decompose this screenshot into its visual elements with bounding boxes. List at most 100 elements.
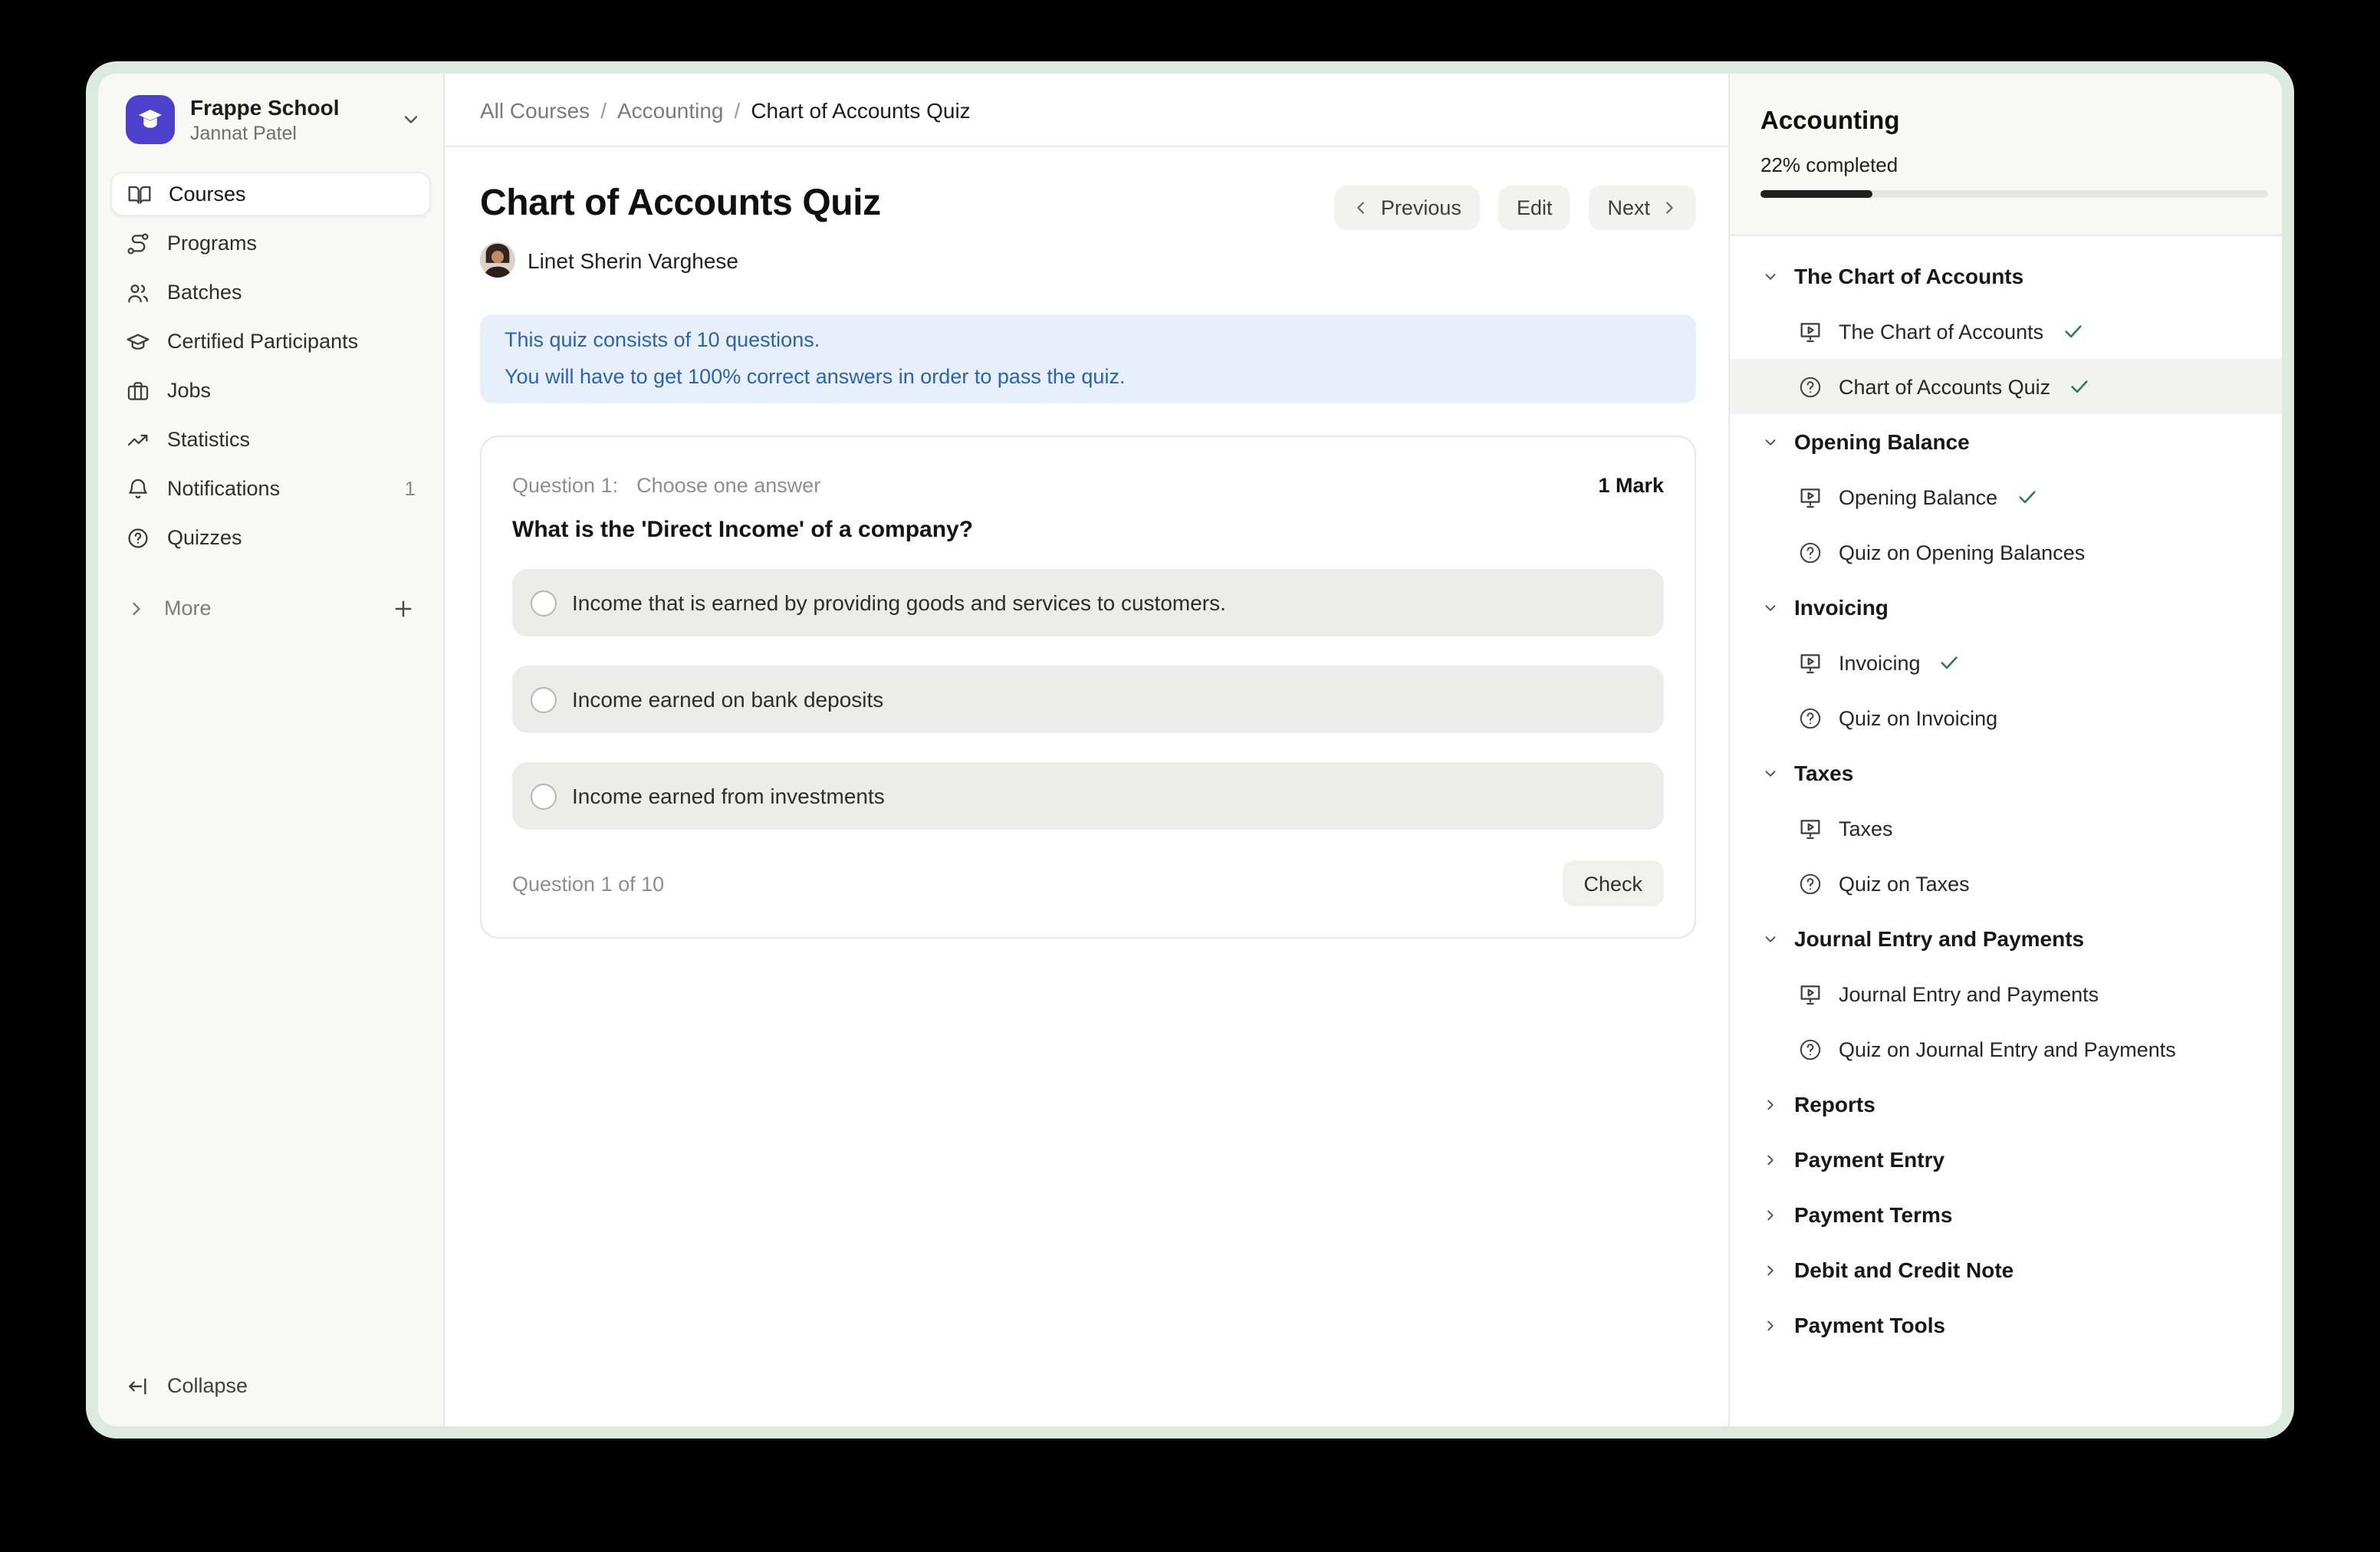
lesson-title: Taxes bbox=[1839, 817, 1893, 840]
notifications-count-badge: 1 bbox=[405, 478, 416, 501]
chapter-title: Payment Terms bbox=[1794, 1202, 1952, 1227]
radio-button[interactable] bbox=[531, 686, 557, 712]
lesson-row-video[interactable]: Opening Balance bbox=[1730, 469, 2282, 524]
sidebar-more[interactable]: More bbox=[110, 587, 431, 631]
chapter-row[interactable]: Payment Terms bbox=[1730, 1187, 2282, 1242]
chapter-row[interactable]: Payment Tools bbox=[1730, 1297, 2282, 1353]
author-avatar bbox=[480, 242, 515, 278]
video-lesson-icon bbox=[1797, 649, 1823, 676]
chapter-title: Payment Tools bbox=[1794, 1313, 1945, 1337]
sidebar-item-notifications[interactable]: Notifications 1 bbox=[110, 467, 431, 511]
chapter-title: Taxes bbox=[1794, 761, 1853, 785]
sidebar-item-statistics[interactable]: Statistics bbox=[110, 418, 431, 462]
sidebar-item-programs[interactable]: Programs bbox=[110, 222, 431, 266]
left-sidebar: Frappe School Jannat Patel Courses bbox=[98, 74, 445, 1426]
video-lesson-icon bbox=[1797, 318, 1823, 344]
quiz-icon bbox=[1797, 870, 1823, 896]
sidebar-item-batches[interactable]: Batches bbox=[110, 271, 431, 315]
page-title: Chart of Accounts Quiz bbox=[480, 182, 881, 225]
chapter-row[interactable]: Payment Entry bbox=[1730, 1132, 2282, 1187]
add-button[interactable] bbox=[391, 597, 416, 621]
radio-button[interactable] bbox=[531, 590, 557, 616]
chapter-row[interactable]: Taxes bbox=[1730, 745, 2282, 801]
chapter-row[interactable]: The Chart of Accounts bbox=[1730, 248, 2282, 304]
lesson-row-video[interactable]: The Chart of Accounts bbox=[1730, 304, 2282, 359]
lesson-title: Quiz on Opening Balances bbox=[1839, 541, 2085, 564]
sidebar-item-label: Programs bbox=[167, 232, 257, 255]
chevron-left-icon bbox=[1353, 199, 1370, 216]
lesson-row-quiz[interactable]: Chart of Accounts Quiz bbox=[1730, 359, 2282, 414]
completed-check-icon bbox=[2016, 486, 2037, 508]
check-button[interactable]: Check bbox=[1562, 860, 1664, 906]
users-icon bbox=[126, 281, 150, 305]
chapter-row[interactable]: Debit and Credit Note bbox=[1730, 1242, 2282, 1297]
answer-option[interactable]: Income earned from investments bbox=[512, 762, 1664, 830]
question-marks: 1 Mark bbox=[1598, 474, 1664, 497]
more-label: More bbox=[164, 597, 212, 620]
lesson-title: The Chart of Accounts bbox=[1839, 320, 2043, 343]
chapter-title: Reports bbox=[1794, 1092, 1875, 1116]
radio-button[interactable] bbox=[531, 783, 557, 809]
question-number-label: Question 1: bbox=[512, 474, 618, 497]
chevron-down-icon bbox=[1762, 268, 1779, 284]
chapter-row[interactable]: Journal Entry and Payments bbox=[1730, 911, 2282, 966]
lesson-row-quiz[interactable]: Quiz on Journal Entry and Payments bbox=[1730, 1021, 2282, 1077]
sidebar-collapse-button[interactable]: Collapse bbox=[110, 1363, 431, 1408]
sidebar-item-courses[interactable]: Courses bbox=[110, 173, 431, 217]
screenshot-canvas: Frappe School Jannat Patel Courses bbox=[0, 0, 2380, 1552]
lesson-title: Quiz on Invoicing bbox=[1839, 706, 1997, 729]
sidebar-item-certified-participants[interactable]: Certified Participants bbox=[110, 320, 431, 364]
lesson-row-quiz[interactable]: Quiz on Invoicing bbox=[1730, 690, 2282, 745]
answer-option[interactable]: Income that is earned by providing goods… bbox=[512, 569, 1664, 636]
chevron-down-icon bbox=[1762, 764, 1779, 781]
user-name: Jannat Patel bbox=[190, 123, 339, 145]
book-open-icon bbox=[127, 182, 152, 207]
edit-button[interactable]: Edit bbox=[1498, 186, 1571, 230]
course-progress-fill bbox=[1760, 190, 1872, 198]
sidebar-item-label: Statistics bbox=[167, 429, 250, 452]
lesson-title: Invoicing bbox=[1839, 651, 1921, 674]
sidebar-item-label: Certified Participants bbox=[167, 330, 358, 353]
author-name: Linet Sherin Varghese bbox=[528, 248, 738, 272]
question-progress: Question 1 of 10 bbox=[512, 872, 664, 895]
course-progress-header: Accounting 22% completed bbox=[1730, 74, 2282, 236]
chapter-title: Opening Balance bbox=[1794, 429, 1970, 454]
lesson-row-video[interactable]: Taxes bbox=[1730, 801, 2282, 856]
breadcrumb-separator: / bbox=[735, 97, 741, 122]
course-title: Accounting bbox=[1760, 107, 2268, 136]
video-lesson-icon bbox=[1797, 484, 1823, 510]
lesson-title: Opening Balance bbox=[1839, 485, 1997, 508]
breadcrumb-all-courses[interactable]: All Courses bbox=[480, 97, 590, 122]
next-button[interactable]: Next bbox=[1589, 186, 1696, 230]
sidebar-item-label: Courses bbox=[169, 183, 246, 206]
lesson-row-quiz[interactable]: Quiz on Opening Balances bbox=[1730, 524, 2282, 580]
chapter-row[interactable]: Invoicing bbox=[1730, 580, 2282, 635]
sidebar-item-quizzes[interactable]: Quizzes bbox=[110, 516, 431, 561]
breadcrumb: All Courses / Accounting / Chart of Acco… bbox=[445, 74, 1728, 147]
chevron-down-icon bbox=[1762, 433, 1779, 450]
graduation-cap-icon bbox=[126, 330, 150, 354]
lesson-row-video[interactable]: Journal Entry and Payments bbox=[1730, 966, 2282, 1021]
previous-button[interactable]: Previous bbox=[1335, 186, 1480, 230]
lesson-row-video[interactable]: Invoicing bbox=[1730, 635, 2282, 690]
banner-line-2: You will have to get 100% correct answer… bbox=[505, 359, 1672, 396]
answer-option[interactable]: Income earned on bank deposits bbox=[512, 666, 1664, 733]
school-name: Frappe School bbox=[190, 95, 339, 120]
lesson-title: Quiz on Journal Entry and Payments bbox=[1839, 1037, 2176, 1060]
quiz-icon bbox=[1797, 373, 1823, 400]
chapter-row[interactable]: Opening Balance bbox=[1730, 414, 2282, 469]
question-card: Question 1: Choose one answer 1 Mark Wha… bbox=[480, 436, 1696, 939]
sidebar-item-jobs[interactable]: Jobs bbox=[110, 369, 431, 413]
lesson-title: Journal Entry and Payments bbox=[1839, 982, 2099, 1005]
chevron-right-icon bbox=[1762, 1261, 1779, 1278]
chevron-right-icon bbox=[1762, 1151, 1779, 1168]
lesson-row-quiz[interactable]: Quiz on Taxes bbox=[1730, 856, 2282, 911]
answer-option-label: Income earned from investments bbox=[572, 784, 885, 808]
chapter-title: Payment Entry bbox=[1794, 1147, 1944, 1172]
course-progress-bar bbox=[1760, 190, 2268, 198]
chevron-down-icon bbox=[1762, 599, 1779, 616]
chevron-right-icon bbox=[1762, 1317, 1779, 1333]
breadcrumb-accounting[interactable]: Accounting bbox=[617, 97, 724, 122]
chapter-row[interactable]: Reports bbox=[1730, 1077, 2282, 1132]
workspace-switcher[interactable]: Frappe School Jannat Patel bbox=[110, 95, 431, 145]
